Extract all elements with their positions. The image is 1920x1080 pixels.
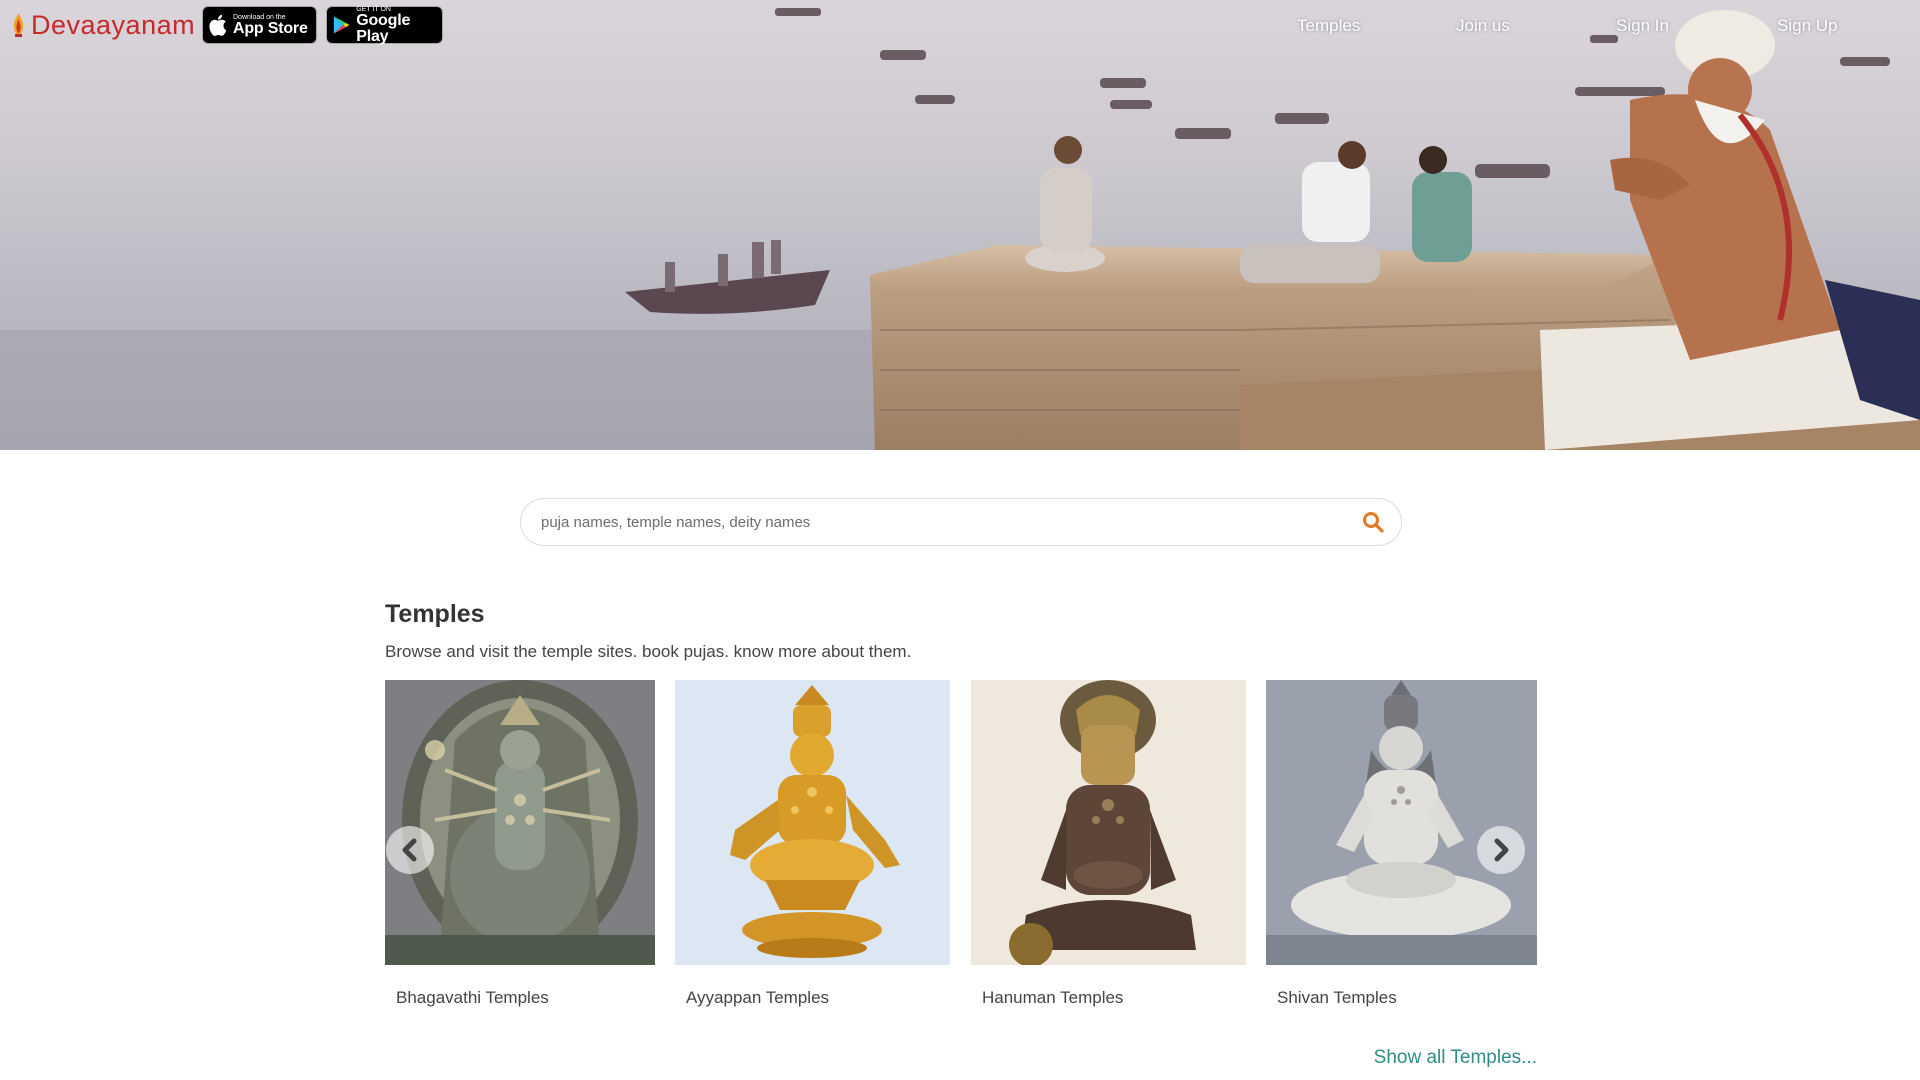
google-play-icon — [333, 16, 350, 34]
temple-card-label: Ayyappan Temples — [686, 988, 830, 1007]
shivan-idol-image — [1266, 680, 1537, 965]
app-store-badge[interactable]: Download on the App Store — [202, 6, 317, 44]
show-all-temples-link[interactable]: Show all Temples... — [1374, 1047, 1537, 1069]
chevron-left-icon — [402, 838, 417, 862]
chevron-right-icon — [1494, 838, 1509, 862]
nav-sign-up-link[interactable]: Sign Up — [1777, 16, 1837, 36]
carousel-prev-button[interactable] — [386, 826, 434, 874]
brand-logo[interactable]: Devaayanam — [12, 10, 195, 40]
hero-river-photo — [0, 8, 1920, 450]
section-title: Temples — [385, 600, 485, 628]
hanuman-idol-image — [971, 680, 1246, 965]
top-navigation-bar: Devaayanam Download on the App Store GET… — [0, 0, 1920, 52]
nav-temples-link[interactable]: Temples — [1297, 16, 1360, 36]
bhagavathi-idol-image — [385, 680, 655, 965]
temple-card-label: Bhagavathi Temples — [396, 988, 549, 1007]
google-play-big-text: Google Play — [356, 11, 411, 45]
temple-card-label: Hanuman Temples — [982, 988, 1124, 1007]
nav-sign-in-link[interactable]: Sign In — [1616, 16, 1669, 36]
hero-banner: Devaayanam Download on the App Store GET… — [0, 0, 1920, 450]
search-icon[interactable] — [1361, 510, 1385, 534]
google-play-badge[interactable]: GET IT ON Google Play — [326, 6, 443, 44]
nav-join-us-link[interactable]: Join us — [1456, 16, 1510, 36]
app-store-big-text: App Store — [233, 19, 308, 37]
search-bar — [520, 498, 1402, 546]
temple-card-label: Shivan Temples — [1277, 988, 1397, 1007]
brand-name: Devaayanam — [31, 9, 196, 40]
temple-card-ayyappan[interactable]: Ayyappan Temples — [675, 680, 950, 1020]
ayyappan-idol-image — [675, 680, 950, 965]
apple-icon — [209, 14, 227, 36]
carousel-next-button[interactable] — [1477, 826, 1525, 874]
section-subtitle: Browse and visit the temple sites. book … — [385, 642, 912, 661]
search-input[interactable] — [541, 499, 1321, 545]
flame-logo-icon — [13, 13, 24, 37]
temple-card-hanuman[interactable]: Hanuman Temples — [971, 680, 1246, 1020]
